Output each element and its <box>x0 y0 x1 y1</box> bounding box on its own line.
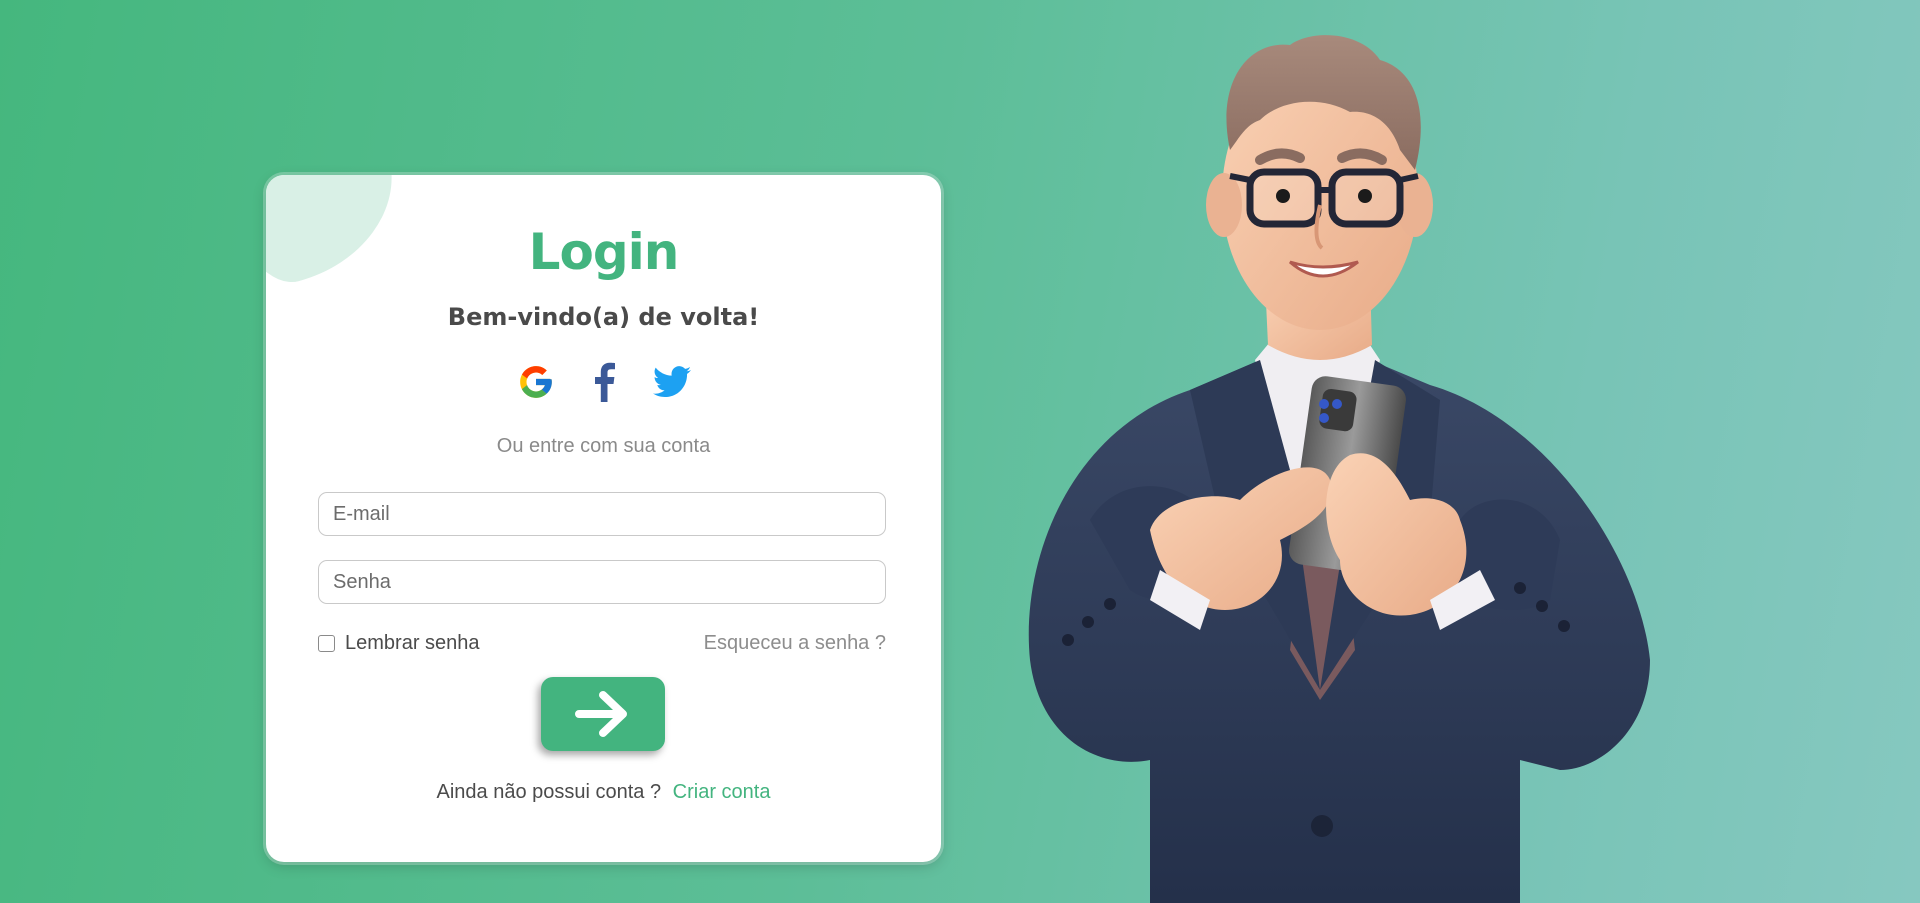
google-icon <box>519 366 552 398</box>
google-login-button[interactable] <box>517 361 555 403</box>
create-account-link[interactable]: Criar conta <box>673 781 771 803</box>
welcome-subtitle: Bem-vindo(a) de volta! <box>447 303 760 331</box>
login-card: Login Bem-vindo(a) de volta! Ou entre co… <box>266 175 941 862</box>
login-submit-button[interactable] <box>541 677 665 751</box>
businessman-illustration <box>1028 35 1650 903</box>
password-input[interactable] <box>318 560 886 604</box>
remember-password-label: Lembrar senha <box>345 631 480 654</box>
login-options-row: Lembrar senha Esqueceu a senha ? <box>318 628 886 658</box>
facebook-icon <box>594 362 615 402</box>
twitter-icon <box>652 366 691 398</box>
login-title: Login <box>528 223 680 281</box>
signup-row: Ainda não possui conta ? Criar conta <box>266 781 941 804</box>
forgot-password-link[interactable]: Esqueceu a senha ? <box>704 632 886 655</box>
remember-password-toggle[interactable]: Lembrar senha <box>318 632 480 655</box>
social-login-buttons <box>266 361 941 403</box>
twitter-login-button[interactable] <box>652 361 691 403</box>
arrow-right-icon <box>575 691 627 737</box>
email-input[interactable] <box>318 492 886 536</box>
alternative-login-text: Ou entre com sua conta <box>496 435 711 457</box>
facebook-login-button[interactable] <box>585 361 623 403</box>
signup-prompt: Ainda não possui conta ? <box>436 781 662 803</box>
remember-password-checkbox[interactable] <box>318 634 335 652</box>
